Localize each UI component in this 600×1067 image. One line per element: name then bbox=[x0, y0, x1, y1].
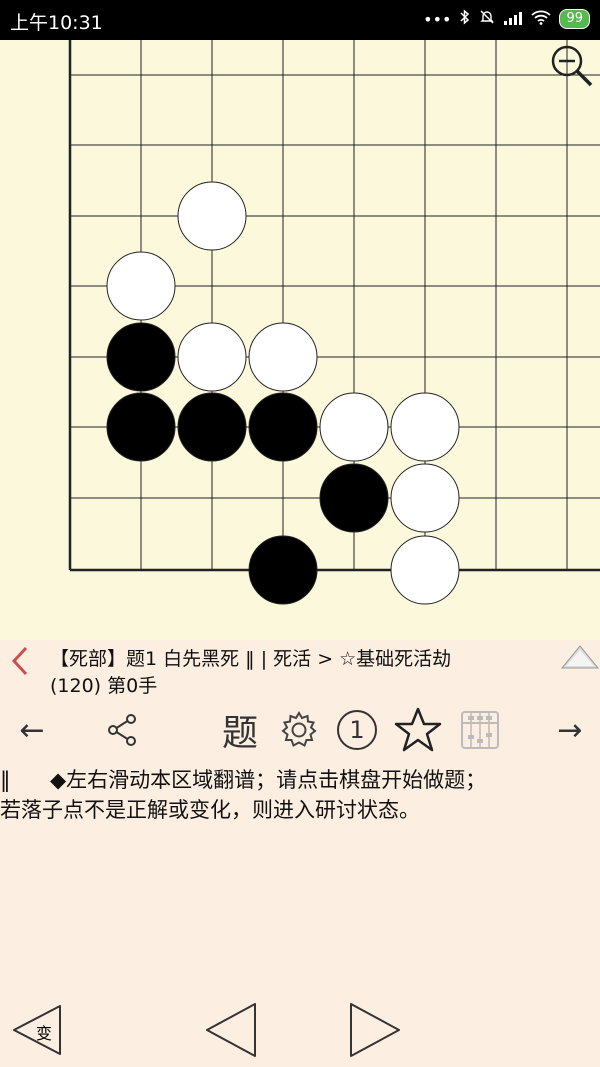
variation-button[interactable]: 变 bbox=[8, 1000, 68, 1060]
zoom-out-icon[interactable] bbox=[550, 44, 594, 88]
white-stone bbox=[319, 392, 389, 462]
toolbar: ← 题 1 → bbox=[0, 705, 600, 755]
white-stone bbox=[248, 322, 318, 392]
black-stone bbox=[106, 322, 176, 392]
scroll-up-icon[interactable] bbox=[560, 640, 600, 674]
next-move-button[interactable] bbox=[343, 1000, 403, 1060]
triangle-right-icon bbox=[350, 1003, 400, 1057]
back-icon[interactable] bbox=[8, 644, 32, 686]
black-stone bbox=[248, 535, 318, 605]
white-stone bbox=[390, 463, 460, 533]
prev-label: ← bbox=[19, 712, 45, 748]
white-stone bbox=[106, 251, 176, 321]
more-dots-icon: ••• bbox=[423, 9, 452, 29]
description-line-1: ◆左右滑动本区域翻谱；请点击棋盘开始做题； bbox=[50, 768, 487, 792]
previous-move-button[interactable] bbox=[203, 1000, 263, 1060]
board-grid[interactable] bbox=[0, 40, 600, 640]
description-line-2: 若落子点不是正解或变化，则进入研讨状态。 bbox=[0, 798, 420, 822]
prev-button[interactable]: ← bbox=[10, 705, 54, 755]
problem-label: 题 bbox=[221, 713, 258, 754]
bluetooth-icon bbox=[459, 9, 471, 29]
problem-title-text: 【死部】题1 白先黑死 ‖ | 死活 > ☆基础死活劫 bbox=[50, 648, 452, 670]
abacus-icon[interactable] bbox=[458, 705, 502, 755]
white-stone bbox=[390, 535, 460, 605]
problem-title: 【死部】题1 白先黑死 ‖ | 死活 > ☆基础死活劫 (120) 第0手 bbox=[50, 646, 530, 700]
variation-label: 变 bbox=[36, 1024, 53, 1043]
black-stone bbox=[319, 463, 389, 533]
white-stone bbox=[177, 181, 247, 251]
next-button[interactable]: → bbox=[548, 705, 592, 755]
description-marker: ‖ bbox=[0, 768, 11, 792]
next-label: → bbox=[557, 712, 583, 748]
black-stone bbox=[106, 392, 176, 462]
problem-subtitle: (120) 第0手 bbox=[50, 675, 158, 697]
move-number-button[interactable]: 1 bbox=[334, 705, 380, 755]
share-icon[interactable] bbox=[100, 705, 144, 755]
wifi-icon bbox=[531, 9, 552, 29]
black-stone bbox=[177, 392, 247, 462]
status-time: 上午10:31 bbox=[10, 12, 103, 34]
settings-gear-icon[interactable] bbox=[276, 705, 322, 755]
black-stone bbox=[248, 392, 318, 462]
move-number-badge: 1 bbox=[349, 716, 365, 744]
go-board[interactable] bbox=[0, 40, 600, 640]
battery-indicator: 99 bbox=[559, 9, 590, 29]
problem-button[interactable]: 题 bbox=[215, 705, 265, 755]
signal-icon bbox=[503, 10, 523, 29]
status-bar: 上午10:31 ••• 99 bbox=[0, 0, 600, 40]
white-stone bbox=[390, 392, 460, 462]
white-stone bbox=[177, 322, 247, 392]
mute-icon bbox=[479, 9, 495, 29]
favorite-star-icon[interactable] bbox=[393, 705, 443, 755]
triangle-left-icon bbox=[206, 1003, 256, 1057]
status-icons: ••• 99 bbox=[423, 9, 590, 29]
